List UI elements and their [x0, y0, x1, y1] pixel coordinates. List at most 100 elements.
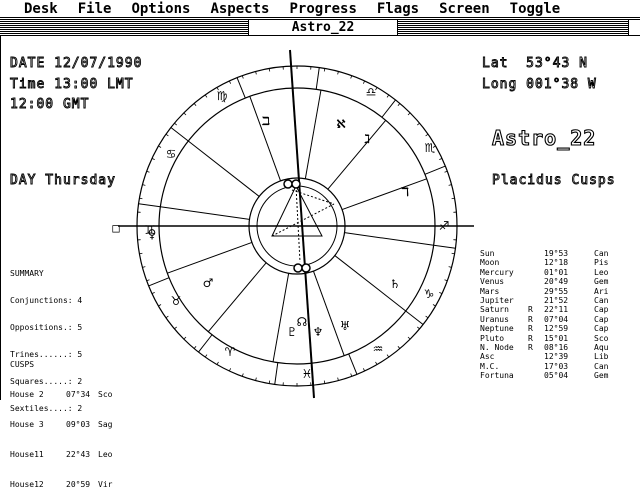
sign-divider	[198, 335, 212, 352]
degree-tick	[174, 123, 176, 125]
degree-tick	[417, 327, 419, 329]
degree-tick	[324, 381, 325, 384]
sign-glyph: ♍	[217, 89, 228, 103]
sign-glyph: ♒	[373, 342, 384, 356]
degree-tick	[139, 198, 142, 199]
aspect-line	[292, 190, 334, 204]
planet-glyph: ℸ	[401, 185, 409, 199]
degree-tick	[363, 368, 364, 371]
meridian-axis	[290, 50, 314, 398]
house-cusp-line	[273, 273, 289, 362]
axis-end-label: □	[112, 221, 119, 235]
degree-tick	[452, 253, 455, 254]
degree-tick	[205, 95, 207, 97]
planet-glyph: ℵ	[336, 117, 346, 131]
horoscope-wheel: ♍♎♏♐♑♒♓♈♉♊♋ℶℵℷℸ♄♅♆♇☊♂♀□	[0, 0, 640, 400]
degree-tick	[452, 198, 455, 199]
house-cusp-line	[345, 233, 434, 246]
sign-divider	[171, 127, 188, 141]
degree-tick	[217, 362, 219, 365]
sign-glyph: ♎	[366, 85, 377, 99]
degree-tick	[205, 355, 207, 357]
degree-tick	[242, 374, 243, 377]
degree-tick	[147, 171, 150, 172]
planet-glyph: ♂	[203, 276, 214, 290]
sign-divider	[237, 78, 245, 98]
house-cusp-line	[250, 96, 281, 181]
degree-tick	[269, 381, 270, 384]
degree-tick	[445, 171, 448, 172]
planet-glyph: ♅	[340, 319, 351, 333]
degree-tick	[152, 292, 155, 293]
degree-tick	[387, 355, 389, 357]
planet-glyph: ♆	[313, 325, 324, 339]
planet-marker	[284, 180, 292, 188]
sign-divider	[434, 245, 456, 248]
sign-glyph: ♐	[439, 219, 450, 233]
planet-glyph: ℷ	[364, 132, 370, 146]
degree-tick	[387, 95, 389, 97]
degree-tick	[194, 103, 196, 105]
house-cusp-line	[167, 242, 252, 273]
degree-tick	[269, 68, 270, 71]
house-cusp-line	[313, 271, 344, 356]
planet-marker	[294, 264, 302, 272]
degree-tick	[433, 305, 436, 307]
degree-tick	[363, 81, 364, 84]
house-cusp-line	[208, 263, 266, 332]
sign-divider	[316, 68, 319, 90]
degree-tick	[351, 374, 352, 377]
degree-tick	[229, 368, 230, 371]
house-cusp-line	[188, 141, 259, 196]
degree-tick	[351, 76, 352, 79]
cusp-row: House1220°59Vir	[10, 480, 130, 490]
sign-divider	[349, 354, 357, 374]
degree-tick	[166, 134, 168, 136]
sign-divider	[382, 100, 396, 117]
degree-tick	[439, 292, 442, 293]
sign-glyph: ♓	[302, 367, 313, 381]
cusp-row: House1122°43Leo	[10, 450, 130, 460]
degree-tick	[184, 113, 186, 115]
planet-glyph: ℶ	[262, 114, 271, 128]
planet-glyph: ♄	[390, 277, 401, 291]
degree-tick	[445, 280, 448, 281]
planet-marker	[302, 264, 310, 272]
degree-tick	[158, 305, 161, 307]
degree-tick	[324, 68, 325, 71]
degree-tick	[229, 81, 230, 84]
degree-tick	[242, 76, 243, 79]
sign-divider	[139, 204, 161, 207]
sign-divider	[425, 166, 445, 174]
sign-divider	[149, 278, 169, 286]
degree-tick	[398, 346, 400, 348]
cusp-row: House 309°03Sag	[10, 420, 130, 430]
sign-glyph: ♉	[171, 294, 182, 308]
planet-glyph: ☊	[297, 315, 308, 329]
degree-tick	[408, 113, 410, 115]
sign-glyph: ♏	[425, 141, 436, 155]
degree-tick	[408, 337, 410, 339]
degree-tick	[439, 158, 442, 159]
sign-divider	[275, 363, 278, 385]
degree-tick	[417, 123, 419, 125]
degree-tick	[139, 253, 142, 254]
degree-tick	[376, 362, 378, 365]
degree-tick	[398, 103, 400, 105]
sign-glyph: ♈	[225, 345, 236, 359]
degree-tick	[152, 158, 155, 159]
sign-glyph: ♑	[424, 287, 435, 301]
degree-tick	[166, 316, 168, 318]
degree-tick	[426, 316, 428, 318]
degree-tick	[174, 327, 176, 329]
house-cusp-line	[305, 90, 321, 179]
house-cusp-line	[342, 179, 427, 210]
sign-divider	[406, 311, 423, 325]
degree-tick	[184, 337, 186, 339]
degree-tick	[147, 280, 150, 281]
house-cusp-line	[160, 207, 249, 220]
sign-glyph: ♋	[166, 147, 177, 161]
degree-tick	[426, 134, 428, 136]
planet-marker	[292, 180, 300, 188]
degree-tick	[158, 146, 161, 148]
